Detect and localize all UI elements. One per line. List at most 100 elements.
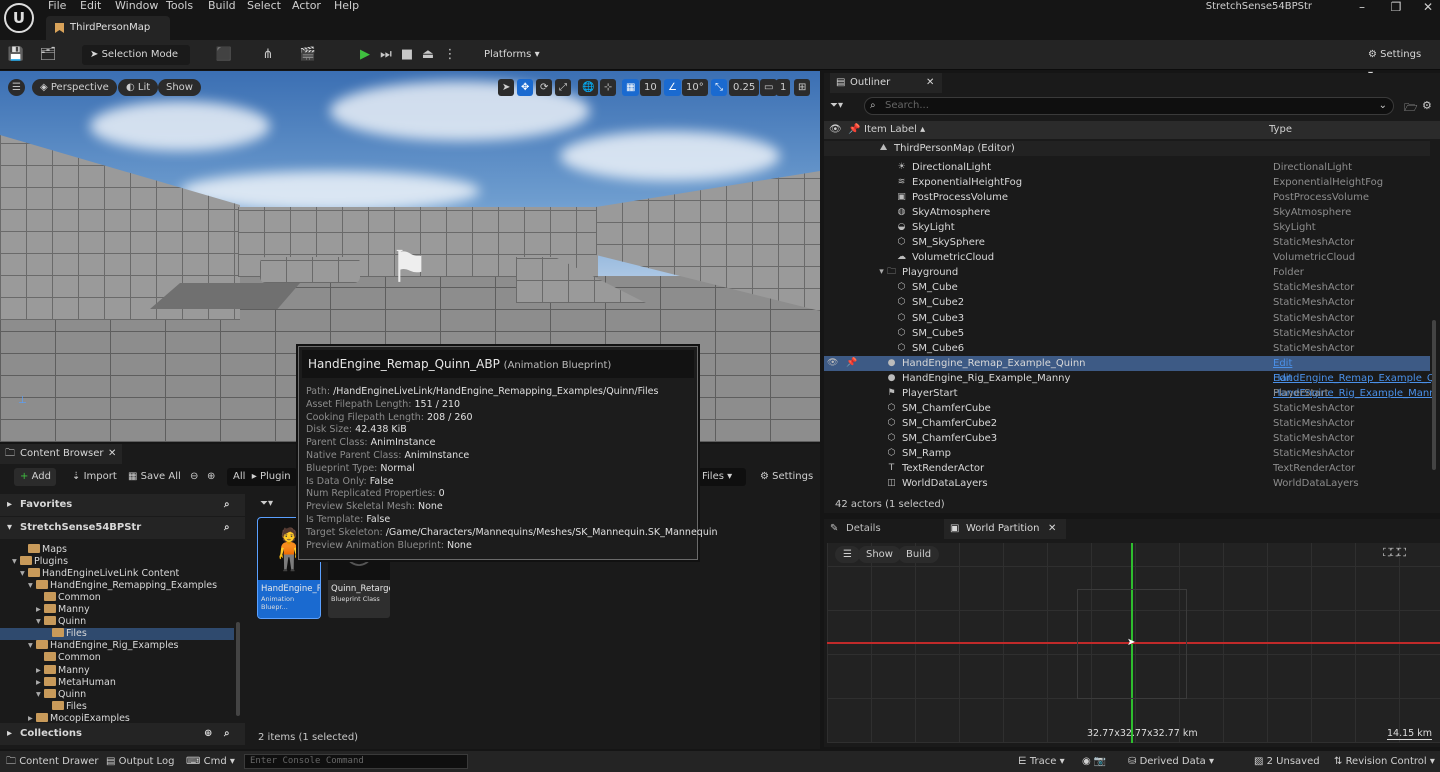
chevron-down-icon[interactable]: ▾ bbox=[36, 616, 44, 628]
add-folder-icon[interactable]: 🗁 bbox=[1404, 99, 1418, 118]
folder-tree-item[interactable]: ▸ MetaHuman bbox=[0, 676, 234, 689]
menu-build[interactable]: Build bbox=[208, 0, 236, 14]
forward-icon[interactable]: ⊕ bbox=[207, 468, 215, 486]
add-actor-icon[interactable]: ⬛ bbox=[214, 45, 234, 65]
chevron-down-icon[interactable]: ▾ bbox=[12, 556, 20, 568]
outliner-row[interactable]: ● HandEngine_Rig_Example_Manny Edit HandEn… bbox=[824, 371, 1436, 399]
unreal-logo-icon[interactable]: U bbox=[4, 3, 34, 33]
show-button[interactable]: Show bbox=[158, 79, 201, 96]
menu-tools[interactable]: Tools bbox=[166, 0, 193, 14]
filter-icon[interactable]: ⏷▾ bbox=[260, 498, 273, 509]
surface-snap-icon[interactable]: ⊹ bbox=[600, 79, 617, 96]
column-item-label[interactable]: Item Label ▴ bbox=[864, 121, 925, 139]
stop-icon[interactable]: ■ bbox=[397, 45, 417, 65]
search-icon[interactable]: ⌕ bbox=[224, 494, 230, 516]
scale-snap-icon[interactable]: ⤡ bbox=[711, 79, 727, 96]
visibility-icon[interactable]: 👁 bbox=[827, 358, 838, 369]
add-collection-icon[interactable]: ⊕ bbox=[204, 723, 212, 745]
back-icon[interactable]: ⊖ bbox=[190, 468, 198, 486]
camera-speed-value[interactable]: 1 bbox=[776, 79, 791, 96]
outliner-row[interactable]: ⬡ SM_Cube6 StaticMeshActor bbox=[824, 341, 1430, 356]
folder-tree-item[interactable]: ▾ Quinn bbox=[0, 616, 234, 628]
column-type[interactable]: Type bbox=[1269, 121, 1292, 139]
minimize-icon[interactable]: – bbox=[1352, 0, 1372, 14]
folder-tree-item[interactable]: Files bbox=[0, 700, 234, 713]
menu-file[interactable]: File bbox=[48, 0, 66, 14]
save-all-button[interactable]: ▦ Save All bbox=[128, 468, 181, 486]
outliner-row[interactable]: ⬡ SM_Cube5 StaticMeshActor bbox=[824, 326, 1430, 341]
folder-tree-item[interactable]: ▸ Manny bbox=[0, 604, 234, 616]
outliner-row[interactable]: ⬡ SM_ChamferCube3 StaticMeshActor bbox=[824, 431, 1430, 446]
blueprint-icon[interactable]: ⋔ bbox=[258, 45, 278, 65]
outliner-row[interactable]: ⬡ SM_Ramp StaticMeshActor bbox=[824, 446, 1430, 461]
platforms-button[interactable]: Platforms ▾ bbox=[476, 45, 556, 65]
cb-settings-button[interactable]: ⚙ Settings bbox=[760, 468, 813, 486]
map-tab[interactable]: ThirdPersonMap bbox=[46, 16, 170, 40]
menu-window[interactable]: Window bbox=[115, 0, 158, 14]
chevron-down-icon[interactable]: ▾ bbox=[36, 689, 44, 701]
outliner-row[interactable]: ◫ WorldDataLayers WorldDataLayers bbox=[824, 476, 1430, 491]
perspective-button[interactable]: ◈ Perspective bbox=[32, 79, 117, 96]
search-icon[interactable]: ⌕ bbox=[224, 723, 230, 745]
output-log-button[interactable]: ▤ Output Log bbox=[106, 751, 174, 772]
folder-tree-item[interactable]: Common bbox=[0, 652, 234, 664]
scale-snap-value[interactable]: 0.25 bbox=[729, 79, 760, 96]
path-files[interactable]: Files ▾ bbox=[698, 468, 746, 486]
scale-tool-icon[interactable]: ⤢ bbox=[555, 79, 571, 96]
step-icon[interactable]: ⏭ bbox=[376, 45, 396, 65]
world-partition-map[interactable]: ➤ ☰ Show Build ⛶⛶⛶ 32.77x32.77x32.77 km … bbox=[827, 543, 1440, 743]
selection-mode-button[interactable]: ➤ Selection Mode ▾ bbox=[82, 45, 190, 80]
content-drawer-button[interactable]: 🗀 Content Drawer bbox=[6, 751, 99, 772]
filter-icon[interactable]: ⏷▾ bbox=[830, 100, 843, 111]
outliner-row[interactable]: 👁 📌 ● HandEngine_Remap_Example_Quinn Edit Ha… bbox=[824, 355, 1435, 384]
wp-build-button[interactable]: Build bbox=[898, 546, 940, 563]
outliner-row[interactable]: ⬡ SM_ChamferCube2 StaticMeshActor bbox=[824, 416, 1430, 431]
folder-tree-item[interactable]: ▾ HandEngine_Rig_Examples bbox=[0, 640, 234, 652]
outliner-row[interactable]: ⬡ SM_Cube StaticMeshActor bbox=[824, 280, 1430, 295]
maximize-icon[interactable]: ❐ bbox=[1386, 0, 1406, 14]
outliner-row[interactable]: ▾ 🗀 Playground Folder bbox=[824, 265, 1430, 280]
lit-button[interactable]: ◐ Lit bbox=[118, 79, 159, 96]
close-tab-icon[interactable]: ✕ bbox=[926, 73, 934, 93]
folder-tree-item[interactable]: Common bbox=[0, 592, 234, 604]
chevron-right-icon[interactable]: ▸ bbox=[36, 665, 44, 677]
move-tool-icon[interactable]: ✥ bbox=[517, 79, 534, 96]
outliner-row[interactable]: ▣ PostProcessVolume PostProcessVolume bbox=[824, 190, 1430, 205]
chevron-down-icon[interactable]: ▾ bbox=[28, 640, 36, 652]
outliner-row[interactable]: ◒ SkyLight SkyLight bbox=[824, 220, 1430, 235]
path-all[interactable]: All bbox=[233, 471, 245, 482]
select-tool-icon[interactable]: ➤ bbox=[498, 79, 515, 96]
outliner-row[interactable]: ◍ SkyAtmosphere SkyAtmosphere bbox=[824, 205, 1430, 220]
player-start-icon[interactable]: ⚑ bbox=[378, 236, 440, 298]
outliner-scrollbar[interactable] bbox=[1432, 320, 1436, 470]
menu-edit[interactable]: Edit bbox=[80, 0, 101, 14]
outliner-row[interactable]: ⚑ PlayerStart PlayerStart bbox=[824, 386, 1430, 401]
chevron-right-icon[interactable]: ▸ bbox=[36, 677, 44, 689]
pin-icon[interactable]: 📌 bbox=[848, 121, 860, 139]
cinematics-icon[interactable]: 🎬 bbox=[298, 45, 318, 65]
folder-tree-item[interactable]: ▸ Manny bbox=[0, 664, 234, 677]
rotation-snap-value[interactable]: 10° bbox=[682, 79, 708, 96]
revision-control-button[interactable]: ⇅ Revision Control ▾ bbox=[1334, 751, 1435, 772]
wp-menu-icon[interactable]: ☰ bbox=[835, 546, 860, 563]
wp-show-button[interactable]: Show bbox=[858, 546, 901, 563]
folder-tree-item[interactable]: Files bbox=[0, 628, 234, 641]
close-tab-icon[interactable]: ✕ bbox=[108, 444, 116, 464]
camera-speed-icon[interactable]: ▭ bbox=[760, 79, 778, 96]
grid-snap-icon[interactable]: ▦ bbox=[622, 79, 640, 96]
menu-help[interactable]: Help bbox=[334, 0, 359, 14]
outliner-tab[interactable]: ▤ Outliner ✕ bbox=[830, 73, 942, 93]
details-tab[interactable]: ✎ Details bbox=[828, 519, 881, 539]
outliner-search-input[interactable]: ⌕ Search... ⌄ bbox=[864, 97, 1394, 115]
play-icon[interactable]: ▶ bbox=[355, 45, 375, 65]
settings-button[interactable]: ⚙ Settings ▾ bbox=[1360, 45, 1436, 80]
close-window-icon[interactable]: ✕ bbox=[1418, 0, 1438, 14]
folder-tree-item[interactable]: Maps bbox=[0, 544, 234, 556]
favorites-section[interactable]: ▸ Favorites ⌕ bbox=[0, 494, 245, 516]
add-button[interactable]: + Add bbox=[14, 468, 56, 486]
outliner-row[interactable]: ☀ DirectionalLight DirectionalLight bbox=[824, 160, 1430, 175]
world-partition-tab[interactable]: ▣ World Partition ✕ bbox=[944, 519, 1066, 539]
project-section[interactable]: ▾ StretchSense54BPStr ⌕ bbox=[0, 517, 245, 539]
rotate-tool-icon[interactable]: ⟳ bbox=[536, 79, 553, 96]
folder-tree-item[interactable]: ▾ Plugins bbox=[0, 556, 234, 568]
